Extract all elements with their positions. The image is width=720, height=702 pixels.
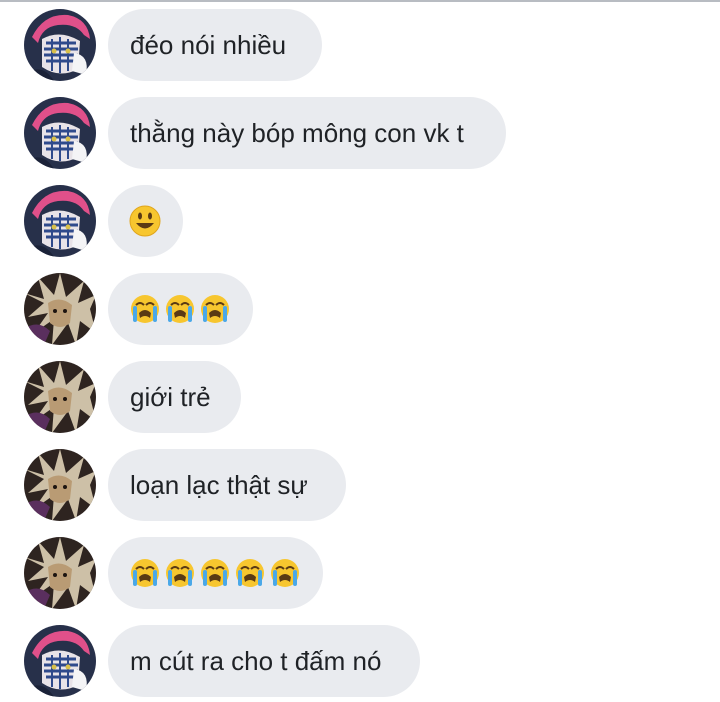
pink-striped-character-avatar[interactable] xyxy=(24,625,96,697)
message-bubble[interactable]: m cút ra cho t đấm nó xyxy=(108,625,420,697)
message-bubble[interactable]: 😭😭😭 xyxy=(108,273,253,345)
message-row: giới trẻ xyxy=(0,361,720,433)
chat-message-list[interactable]: đéo nói nhiều thằng này bóp mông con vk … xyxy=(0,0,720,702)
message-text: đéo nói nhiều xyxy=(130,30,287,60)
message-row: 😃 xyxy=(0,185,720,257)
message-row: m cút ra cho t đấm nó xyxy=(0,625,720,697)
message-text: m cút ra cho t đấm nó xyxy=(130,646,382,676)
message-bubble[interactable]: giới trẻ xyxy=(108,361,241,433)
message-row: đéo nói nhiều xyxy=(0,9,720,81)
pink-striped-character-avatar[interactable] xyxy=(24,97,96,169)
message-text: loạn lạc thật sự xyxy=(130,470,308,500)
loudly-crying-face-emoji xyxy=(131,559,299,587)
message-bubble[interactable]: thằng này bóp mông con vk t xyxy=(108,97,506,169)
message-text: thằng này bóp mông con vk t xyxy=(130,118,464,148)
dark-haired-character-avatar[interactable] xyxy=(24,537,96,609)
pink-striped-character-avatar[interactable] xyxy=(24,185,96,257)
pink-striped-character-avatar[interactable] xyxy=(24,9,96,81)
message-bubble[interactable]: đéo nói nhiều xyxy=(108,9,322,81)
message-bubble[interactable]: loạn lạc thật sự xyxy=(108,449,346,521)
dark-haired-character-avatar[interactable] xyxy=(24,361,96,433)
smiling-face-emoji xyxy=(129,205,161,237)
dark-haired-character-avatar[interactable] xyxy=(24,449,96,521)
loudly-crying-face-emoji xyxy=(131,295,229,323)
message-row: thằng này bóp mông con vk t xyxy=(0,97,720,169)
message-row: loạn lạc thật sự xyxy=(0,449,720,521)
dark-haired-character-avatar[interactable] xyxy=(24,273,96,345)
message-bubble[interactable]: 😃 xyxy=(108,185,183,257)
message-row: 😭😭😭😭😭 xyxy=(0,537,720,609)
message-text: giới trẻ xyxy=(130,382,211,412)
message-row: 😭😭😭 xyxy=(0,273,720,345)
message-bubble[interactable]: 😭😭😭😭😭 xyxy=(108,537,323,609)
